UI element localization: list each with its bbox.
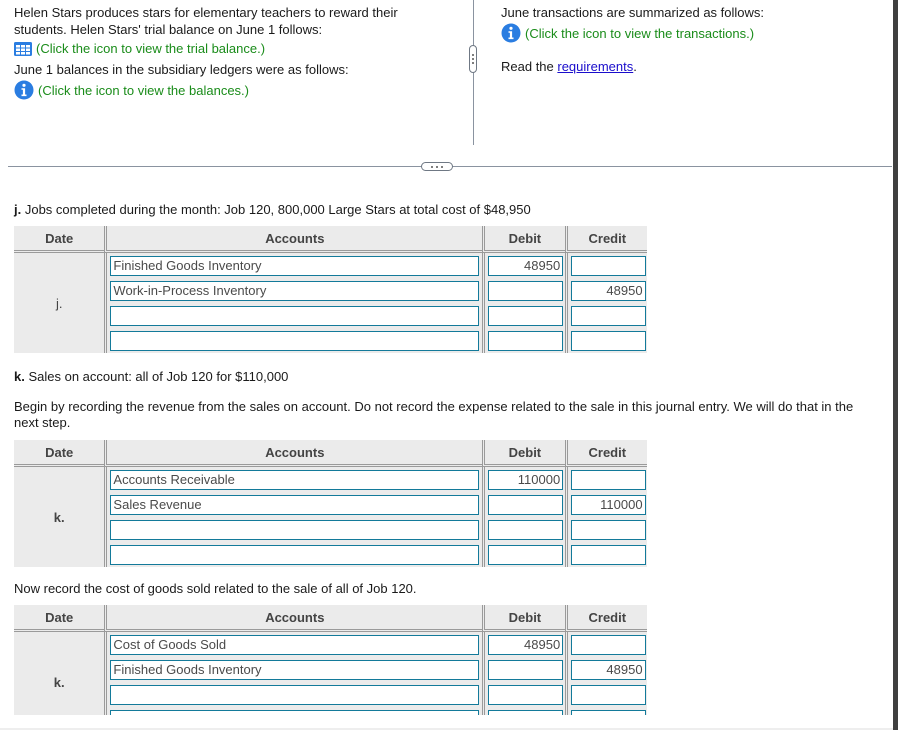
debit-input[interactable]: [488, 709, 564, 715]
problem-info-pane: Helen Stars produces stars for elementar…: [0, 0, 892, 166]
intro-paragraph: Helen Stars produces stars for elementar…: [14, 5, 398, 37]
journal-table-k-cogs-viewport: Date Accounts Debit Credit k.: [14, 605, 874, 715]
table-grid-icon[interactable]: [14, 41, 32, 56]
account-input[interactable]: [110, 255, 480, 276]
column-header-date: Date: [14, 440, 105, 467]
debit-input[interactable]: [488, 280, 564, 301]
credit-input[interactable]: [570, 519, 646, 540]
debit-input[interactable]: [488, 684, 564, 705]
column-header-debit: Debit: [482, 605, 565, 632]
trial-balance-link[interactable]: (Click the icon to view the trial balanc…: [36, 40, 265, 57]
read-prefix: Read the: [501, 59, 558, 74]
read-requirements-line: Read the requirements.: [501, 58, 881, 75]
account-input[interactable]: [110, 659, 480, 680]
account-input[interactable]: [110, 709, 480, 715]
question-j: j. Jobs completed during the month: Job …: [14, 202, 874, 218]
table-row: [14, 682, 647, 707]
question-text: Jobs completed during the month: Job 120…: [21, 202, 531, 217]
read-suffix: .: [633, 59, 637, 74]
credit-input[interactable]: [570, 469, 646, 490]
journal-table-k-cogs: Date Accounts Debit Credit k.: [14, 605, 647, 715]
column-header-date: Date: [14, 226, 105, 253]
debit-input[interactable]: [488, 634, 564, 655]
transactions-link[interactable]: (Click the icon to view the transactions…: [525, 25, 754, 42]
debit-input[interactable]: [488, 519, 564, 540]
vertical-resize-handle[interactable]: [469, 45, 477, 73]
requirements-link[interactable]: requirements: [557, 59, 633, 74]
transactions-link-row[interactable]: (Click the icon to view the transactions…: [501, 23, 881, 43]
transactions-paragraph: June transactions are summarized as foll…: [501, 5, 765, 20]
page-scrollbar[interactable]: [893, 0, 898, 730]
credit-input[interactable]: [570, 280, 646, 301]
column-header-credit: Credit: [564, 605, 647, 632]
table-row: k.: [14, 467, 647, 525]
credit-input[interactable]: [570, 684, 646, 705]
account-input[interactable]: [110, 634, 480, 655]
table-row: [14, 707, 647, 715]
account-input[interactable]: [110, 469, 480, 490]
debit-input[interactable]: [488, 544, 564, 565]
horizontal-resize-handle[interactable]: [421, 162, 453, 171]
table-row: [14, 542, 647, 567]
column-header-credit: Credit: [564, 440, 647, 467]
debit-input[interactable]: [488, 659, 564, 680]
table-row: [14, 492, 647, 517]
account-input[interactable]: [110, 544, 480, 565]
entry-date: j.: [55, 295, 63, 311]
table-row: [14, 278, 647, 303]
entry-date: k.: [53, 674, 65, 690]
table-row: j.: [14, 253, 647, 311]
table-row: [14, 303, 647, 328]
problem-intro-right: June transactions are summarized as foll…: [501, 4, 881, 75]
column-header-accounts: Accounts: [104, 605, 483, 632]
balances-link[interactable]: (Click the icon to view the balances.): [38, 82, 249, 99]
instruction-cogs: Now record the cost of goods sold relate…: [14, 581, 417, 596]
credit-input[interactable]: [570, 634, 646, 655]
column-header-debit: Debit: [482, 226, 565, 253]
instruction-revenue: Begin by recording the revenue from the …: [14, 399, 854, 430]
question-label: k.: [14, 369, 25, 384]
info-icon[interactable]: [14, 80, 34, 100]
credit-input[interactable]: [570, 544, 646, 565]
table-row: [14, 657, 647, 682]
credit-input[interactable]: [570, 494, 646, 515]
account-input[interactable]: [110, 494, 480, 515]
credit-input[interactable]: [570, 659, 646, 680]
column-header-debit: Debit: [482, 440, 565, 467]
journal-table-k-revenue: Date Accounts Debit Credit k.: [14, 440, 647, 567]
table-row: [14, 517, 647, 542]
credit-input[interactable]: [570, 330, 646, 351]
column-header-credit: Credit: [564, 226, 647, 253]
column-header-accounts: Accounts: [104, 226, 483, 253]
debit-input[interactable]: [488, 305, 564, 326]
question-k: k. Sales on account: all of Job 120 for …: [14, 369, 874, 385]
debit-input[interactable]: [488, 494, 564, 515]
account-input[interactable]: [110, 305, 480, 326]
entry-date: k.: [53, 509, 65, 525]
account-input[interactable]: [110, 280, 480, 301]
journal-table-j: Date Accounts Debit Credit j.: [14, 226, 647, 353]
subsidiary-ledgers-paragraph: June 1 balances in the subsidiary ledger…: [14, 62, 349, 77]
account-input[interactable]: [110, 684, 480, 705]
credit-input[interactable]: [570, 305, 646, 326]
column-header-date: Date: [14, 605, 105, 632]
problem-intro-left: Helen Stars produces stars for elementar…: [14, 4, 454, 104]
debit-input[interactable]: [488, 469, 564, 490]
table-row: k.: [14, 632, 647, 690]
trial-balance-link-row[interactable]: (Click the icon to view the trial balanc…: [14, 40, 454, 57]
account-input[interactable]: [110, 330, 480, 351]
question-text: Sales on account: all of Job 120 for $11…: [24, 369, 289, 384]
column-header-accounts: Accounts: [104, 440, 483, 467]
account-input[interactable]: [110, 519, 480, 540]
credit-input[interactable]: [570, 255, 646, 276]
credit-input[interactable]: [570, 709, 646, 715]
table-row: [14, 328, 647, 353]
info-icon[interactable]: [501, 23, 521, 43]
journal-entries-area: j. Jobs completed during the month: Job …: [14, 202, 874, 715]
debit-input[interactable]: [488, 330, 564, 351]
balances-link-row[interactable]: (Click the icon to view the balances.): [14, 80, 454, 100]
debit-input[interactable]: [488, 255, 564, 276]
